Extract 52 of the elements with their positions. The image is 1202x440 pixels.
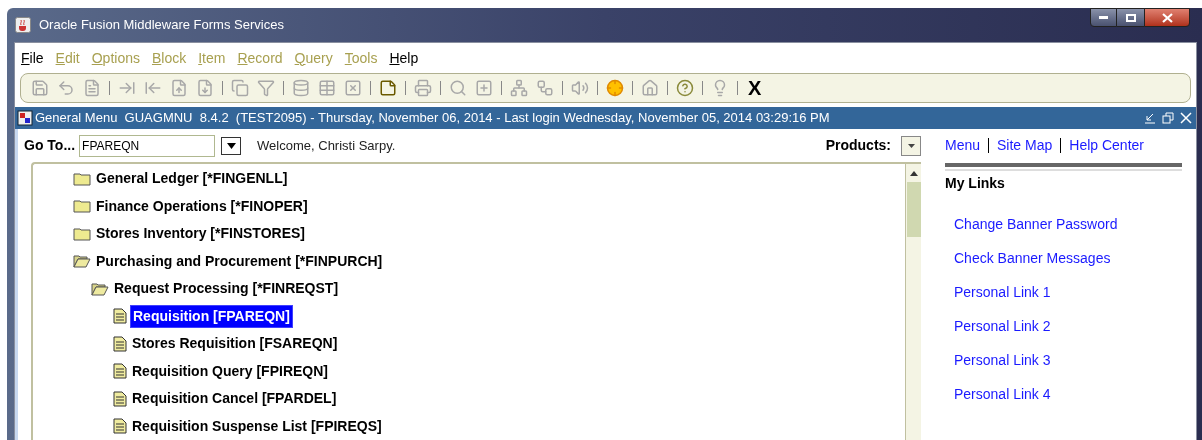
products-dropdown-button[interactable] [901,135,921,156]
help-button[interactable] [674,77,696,99]
goto-dropdown-button[interactable] [221,136,242,155]
form-icon [17,110,33,126]
document-icon [113,335,127,352]
header-link[interactable]: Help Center [1069,135,1144,156]
personal-link[interactable]: Personal Link 4 [954,386,1182,402]
document-icon [113,363,127,380]
document-icon [113,390,127,407]
document-icon [113,418,127,435]
tree-item[interactable]: Stores Requisition [FSAREQN] [130,333,340,355]
personal-link[interactable]: Check Banner Messages [954,250,1182,266]
close-icon [1161,12,1173,23]
java-cup-icon [15,17,31,33]
menu-item[interactable]: Help [389,47,419,69]
scrollbar[interactable] [905,164,921,440]
document-icon [113,308,127,325]
close-icon[interactable] [1180,112,1192,124]
minimize-icon[interactable] [1144,112,1156,124]
scroll-up-icon[interactable] [908,170,919,178]
caret-icon [226,142,236,149]
welcome-text: Welcome, Christi Sarpy. [257,136,396,155]
crosshair-button[interactable] [604,77,626,99]
exit-button[interactable]: X [744,73,766,103]
tree-item[interactable]: Stores Inventory [*FINSTORES] [94,223,307,245]
maximize-button[interactable] [1117,8,1144,27]
tree-item[interactable]: General Ledger [*FINGENLL] [94,168,290,190]
tree-item[interactable]: Request Processing [*FINREQST] [112,278,341,300]
tree-item[interactable]: Finance Operations [*FINOPER] [94,195,310,217]
personal-link[interactable]: Change Banner Password [954,216,1182,232]
tree-item[interactable]: Requisition Cancel [FPARDEL] [130,388,339,410]
menu-item[interactable]: File [21,47,44,69]
scrollbar-thumb[interactable] [906,182,921,237]
minimize-button[interactable] [1090,8,1117,27]
tree-item[interactable]: Purchasing and Procurement [*FINPURCH] [94,250,385,272]
personal-link[interactable]: Personal Link 2 [954,318,1182,334]
close-button[interactable] [1144,8,1190,27]
tree-item[interactable]: Requisition Query [FPIREQN] [130,360,330,382]
form-title: General Menu GUAGMNU 8.4.2 (TEST2095) - Thursday, November 06, 2014 - Last login Wednesday, November 05, 2014 03:29:16 PM [35,109,830,128]
personal-link[interactable]: Personal Link 3 [954,352,1182,368]
header-link[interactable]: Site Map [997,135,1053,156]
goto-field[interactable]: FPAREQN [79,134,216,157]
caret-icon [907,143,915,148]
header-link[interactable]: Menu [945,135,981,156]
tree-item[interactable]: Requisition [FPAREQN] [130,304,293,328]
window-title: Oracle Fusion Middleware Forms Services [38,16,285,35]
my-links-title: My Links [945,174,1006,193]
products-label: Products: [825,136,891,155]
restore-icon[interactable] [1162,112,1174,124]
tree-item[interactable]: Requisition Suspense List [FPIREQS] [130,415,384,437]
goto-label: Go To... [24,136,76,155]
personal-link[interactable]: Personal Link 1 [954,284,1182,300]
